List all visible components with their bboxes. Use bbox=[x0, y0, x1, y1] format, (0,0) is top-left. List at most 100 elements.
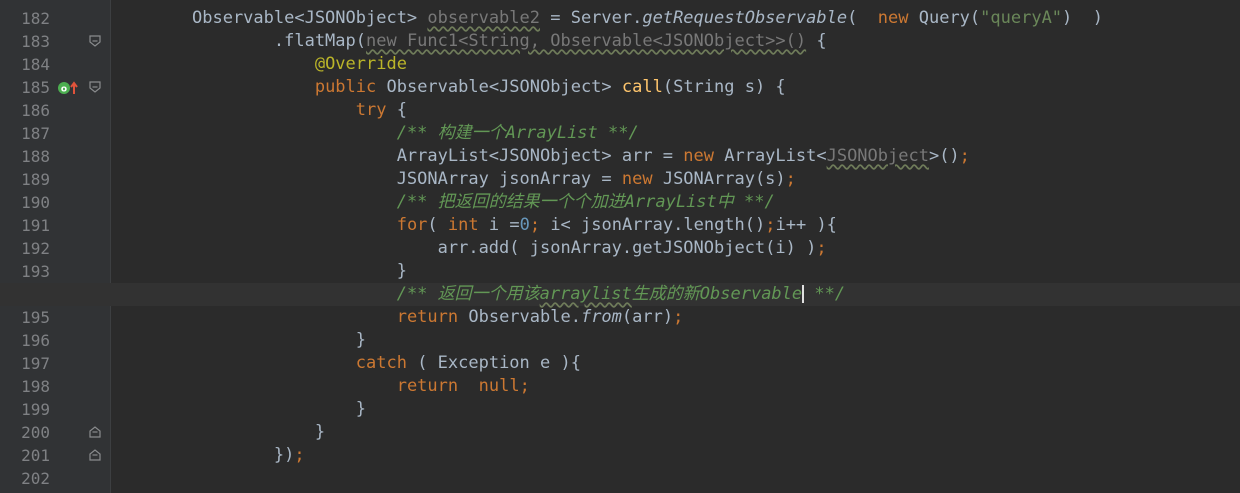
code-text: arr.add( jsonArray.getJSONObject(i) ); bbox=[192, 237, 827, 260]
code-text: ArrayList<JSONObject> arr = new ArrayLis… bbox=[192, 145, 970, 168]
code-line[interactable]: /** 构建一个ArrayList **/ bbox=[111, 122, 1240, 145]
line-number: 184 bbox=[21, 55, 50, 74]
code-token: for bbox=[396, 215, 428, 235]
code-token: } bbox=[192, 261, 407, 281]
fold-icon[interactable] bbox=[89, 35, 101, 47]
code-token: ) ) bbox=[1062, 8, 1103, 28]
code-line[interactable]: ArrayList<JSONObject> arr = new ArrayLis… bbox=[111, 145, 1240, 168]
code-text: /** 构建一个ArrayList **/ bbox=[192, 122, 639, 145]
code-token: ArrayList bbox=[505, 123, 598, 143]
code-token: **/ bbox=[597, 123, 639, 143]
code-token: 生成的新 bbox=[631, 284, 700, 304]
code-token: call bbox=[621, 77, 663, 97]
code-token: JSONArray(s) bbox=[652, 169, 786, 189]
fold-icon[interactable] bbox=[89, 426, 101, 438]
line-number: 193 bbox=[21, 262, 50, 281]
code-token: /** 返回一个用该 bbox=[396, 284, 540, 304]
code-token: new bbox=[877, 8, 909, 28]
code-line[interactable] bbox=[111, 467, 1240, 490]
code-line[interactable]: }); bbox=[111, 444, 1240, 467]
code-editor[interactable]: 182183184185o186187188189190191192193194… bbox=[0, 0, 1240, 493]
code-token: { bbox=[806, 31, 827, 51]
line-number: 183 bbox=[21, 32, 50, 51]
code-token: .flatMap( bbox=[192, 31, 366, 51]
code-line[interactable]: JSONArray jsonArray = new JSONArray(s); bbox=[111, 168, 1240, 191]
line-number: 192 bbox=[21, 239, 50, 258]
line-number: 197 bbox=[21, 354, 50, 373]
code-line[interactable]: catch ( Exception e ){ bbox=[111, 352, 1240, 375]
line-number: 198 bbox=[21, 377, 50, 396]
code-line[interactable]: /** 把返回的结果一个个加进ArrayList中 **/ bbox=[111, 191, 1240, 214]
code-line[interactable]: Observable<JSONObject> observable2 = Ser… bbox=[111, 7, 1240, 30]
code-text: return null; bbox=[192, 375, 530, 398]
code-token: >() bbox=[928, 146, 960, 166]
code-text: /** 返回一个用该arraylist生成的新Observable **/ bbox=[192, 283, 845, 306]
code-token: 中 **/ bbox=[716, 192, 775, 212]
code-token: getRequestObservable bbox=[642, 8, 848, 28]
code-token: 0 bbox=[519, 215, 530, 235]
code-line[interactable]: return Observable.from(arr); bbox=[111, 306, 1240, 329]
gutter: 182183184185o186187188189190191192193194… bbox=[0, 0, 110, 493]
code-line[interactable]: /** 返回一个用该arraylist生成的新Observable **/ bbox=[0, 283, 1240, 306]
line-number: 190 bbox=[21, 193, 50, 212]
code-text: public Observable<JSONObject> call(Strin… bbox=[192, 76, 786, 99]
code-token: from bbox=[580, 307, 622, 327]
code-line[interactable]: } bbox=[111, 329, 1240, 352]
code-token: (String s) { bbox=[662, 77, 786, 97]
code-line[interactable]: } bbox=[111, 421, 1240, 444]
code-token: Observable bbox=[699, 284, 803, 304]
code-line[interactable]: .flatMap(new Func1<String, Observable<JS… bbox=[111, 30, 1240, 53]
code-line[interactable]: arr.add( jsonArray.getJSONObject(i) ); bbox=[111, 237, 1240, 260]
code-line[interactable]: @Override bbox=[111, 53, 1240, 76]
code-token: new Func1<String, Observable<JSONObject>… bbox=[366, 31, 807, 51]
code-token: observable2 bbox=[427, 8, 540, 28]
code-token: catch bbox=[355, 353, 407, 373]
code-text: try { bbox=[192, 99, 407, 122]
code-line[interactable]: } bbox=[111, 398, 1240, 421]
code-text: for( int i =0; i< jsonArray.length();i++… bbox=[192, 214, 837, 237]
code-line[interactable]: return null; bbox=[111, 375, 1240, 398]
line-number: 199 bbox=[21, 400, 50, 419]
code-token: Observable. bbox=[458, 307, 581, 327]
code-token: ( Exception e ){ bbox=[406, 353, 581, 373]
code-text: .flatMap(new Func1<String, Observable<JS… bbox=[192, 30, 827, 53]
code-token: /** 构建一个 bbox=[396, 123, 506, 143]
code-token: return bbox=[396, 307, 459, 327]
code-token: ArrayList<JSONObject> arr = bbox=[192, 146, 684, 166]
line-number: 195 bbox=[21, 308, 50, 327]
svg-text:o: o bbox=[61, 85, 67, 95]
code-token: ; bbox=[785, 169, 796, 189]
code-token: arr.add( jsonArray.getJSONObject(i) ) bbox=[192, 238, 817, 258]
code-token: ; bbox=[816, 238, 827, 258]
code-token: try bbox=[355, 100, 387, 120]
code-token: Query( bbox=[908, 8, 981, 28]
line-number: 186 bbox=[21, 101, 50, 120]
code-token: i++ ){ bbox=[775, 215, 837, 235]
fold-icon[interactable] bbox=[89, 449, 101, 461]
code-token: /** 把返回的结果一个个加进 bbox=[396, 192, 625, 212]
code-token: }) bbox=[192, 445, 295, 465]
code-token: arraylist bbox=[539, 284, 632, 304]
code-line[interactable]: for( int i =0; i< jsonArray.length();i++… bbox=[111, 214, 1240, 237]
code-token: ; bbox=[959, 146, 970, 166]
override-gutter-icon[interactable]: o bbox=[57, 80, 81, 96]
code-token: = Server. bbox=[540, 8, 643, 28]
code-line[interactable]: } bbox=[111, 260, 1240, 283]
code-line[interactable]: try { bbox=[111, 99, 1240, 122]
fold-icon[interactable] bbox=[89, 81, 101, 93]
code-area[interactable]: Observable<JSONObject> observable2 = Ser… bbox=[0, 0, 1240, 493]
code-token: new bbox=[683, 146, 714, 166]
code-token: JSONArray jsonArray = bbox=[192, 169, 622, 189]
code-token: ; bbox=[529, 215, 541, 235]
code-text: /** 把返回的结果一个个加进ArrayList中 **/ bbox=[192, 191, 775, 214]
line-number: 188 bbox=[21, 147, 50, 166]
code-token: Observable<JSONObject> bbox=[192, 8, 428, 28]
code-line[interactable]: public Observable<JSONObject> call(Strin… bbox=[111, 76, 1240, 99]
code-token: } bbox=[192, 330, 366, 350]
code-text: } bbox=[192, 421, 325, 444]
